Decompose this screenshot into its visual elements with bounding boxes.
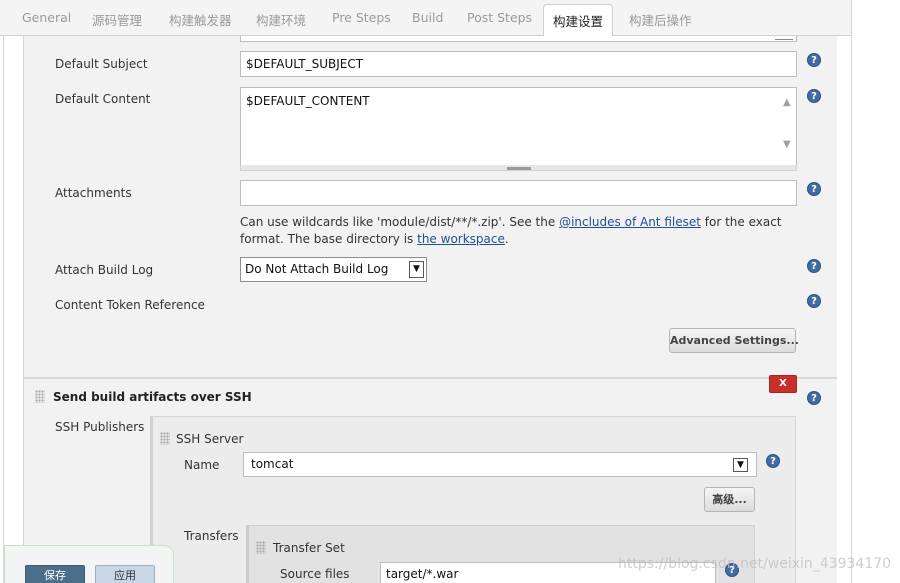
default-content-textarea[interactable]: $DEFAULT_CONTENT — [240, 87, 797, 166]
help-icon[interactable]: ? — [807, 391, 821, 405]
source-files-label: Source files — [280, 567, 350, 581]
apply-button[interactable]: 应用 — [95, 565, 155, 583]
tab-post-build-actions[interactable]: 构建后操作 — [629, 10, 692, 29]
attach-build-log-select[interactable]: Do Not Attach Build Log ▼ — [240, 257, 427, 282]
hint-text: . — [504, 232, 509, 246]
attachments-hint: Can use wildcards like 'module/dist/**/*… — [240, 214, 810, 248]
content-token-reference-label: Content Token Reference — [55, 298, 205, 312]
tab-build-settings[interactable]: 构建设置 — [543, 4, 614, 37]
default-content-label: Default Content — [55, 92, 151, 106]
save-button[interactable]: 保存 — [25, 565, 85, 583]
default-subject-input[interactable] — [240, 51, 797, 77]
chevron-down-icon[interactable]: ▼ — [733, 458, 748, 472]
config-tab-bar: General 源码管理 构建触发器 构建环境 Pre Steps Build … — [0, 0, 852, 37]
attachments-input[interactable] — [240, 180, 797, 206]
ssh-section-title: Send build artifacts over SSH — [53, 390, 252, 404]
tab-general[interactable]: General — [22, 10, 71, 25]
page-right-border — [851, 0, 852, 583]
delete-step-button[interactable]: X — [769, 375, 797, 393]
watermark: https://blog.csdn.net/weixin_43934170 — [618, 556, 892, 572]
help-icon[interactable]: ? — [807, 294, 821, 308]
help-icon[interactable]: ? — [807, 89, 821, 103]
help-icon[interactable]: ? — [807, 53, 821, 67]
hint-text: Can use wildcards like 'module/dist/**/*… — [240, 215, 560, 229]
ssh-name-label: Name — [184, 458, 220, 472]
workspace-link[interactable]: the workspace — [417, 232, 505, 246]
tab-source-management[interactable]: 源码管理 — [92, 10, 142, 29]
tab-post-steps[interactable]: Post Steps — [467, 10, 532, 25]
page-left-border — [3, 36, 4, 583]
drag-handle-icon[interactable] — [35, 390, 45, 403]
ssh-server-name-value: tomcat — [251, 457, 294, 471]
content-scrollbar[interactable]: ▲ ▼ — [781, 89, 796, 164]
tab-build[interactable]: Build — [412, 10, 443, 25]
default-subject-label: Default Subject — [55, 57, 148, 71]
help-icon[interactable]: ? — [766, 454, 780, 468]
tab-build-environment[interactable]: 构建环境 — [256, 10, 306, 29]
advanced-settings-button[interactable]: Advanced Settings... — [669, 328, 799, 353]
scroll-down-icon[interactable]: ▼ — [783, 139, 791, 150]
ant-fileset-link[interactable]: @includes of Ant fileset — [559, 215, 701, 229]
previous-field-control — [775, 36, 793, 40]
attach-build-log-label: Attach Build Log — [55, 263, 154, 277]
drag-handle-icon[interactable] — [160, 432, 170, 445]
ssh-publishers-label: SSH Publishers — [55, 420, 145, 434]
transfer-set-title: Transfer Set — [273, 541, 345, 555]
ssh-server-title: SSH Server — [176, 432, 244, 446]
attach-build-log-value: Do Not Attach Build Log — [245, 262, 389, 276]
resize-grip-icon[interactable] — [507, 167, 531, 170]
tab-pre-steps[interactable]: Pre Steps — [332, 10, 391, 25]
scroll-up-icon[interactable]: ▲ — [783, 97, 791, 108]
drag-handle-icon[interactable] — [256, 541, 266, 554]
help-icon[interactable]: ? — [807, 182, 821, 196]
tab-build-triggers[interactable]: 构建触发器 — [169, 10, 232, 29]
ssh-server-name-select[interactable]: tomcat ▼ — [243, 452, 757, 477]
help-icon[interactable]: ? — [807, 259, 821, 273]
chevron-down-icon[interactable]: ▼ — [409, 261, 424, 278]
ssh-advanced-button[interactable]: 高级... — [704, 487, 755, 512]
transfers-label: Transfers — [184, 529, 239, 543]
previous-field-bottom-edge — [240, 36, 797, 42]
attachments-label: Attachments — [55, 186, 132, 200]
